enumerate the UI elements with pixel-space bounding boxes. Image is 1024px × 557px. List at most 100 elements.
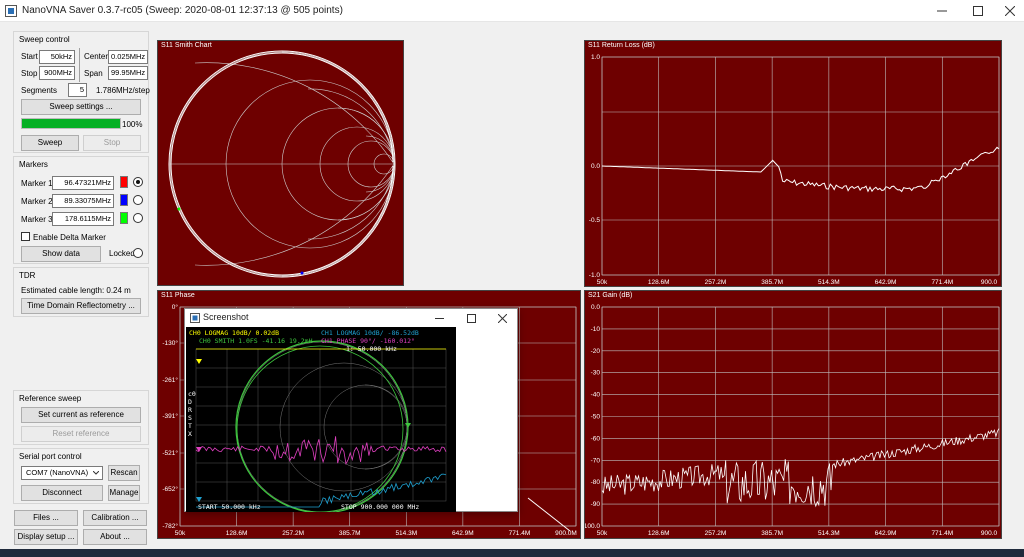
x-tick-label: 514.3M bbox=[818, 279, 840, 286]
window-titlebar: NanoVNA Saver 0.3.7-rc05 (Sweep: 2020-08… bbox=[0, 0, 1024, 22]
files-button[interactable]: Files ... bbox=[14, 510, 78, 526]
locked-radio[interactable] bbox=[133, 248, 143, 258]
x-tick-label: 514.3M bbox=[395, 530, 417, 537]
port-select[interactable]: COM7 (NanoVNA) bbox=[21, 466, 103, 480]
field-divider bbox=[79, 48, 80, 82]
lcd-canvas bbox=[195, 340, 447, 512]
marker-1-radio[interactable] bbox=[133, 177, 143, 187]
center-input[interactable]: 0.025MHz bbox=[108, 50, 148, 64]
lcd-side-menu: c0 D R S T X bbox=[188, 390, 196, 438]
x-tick-label: 771.4M bbox=[931, 279, 953, 286]
cable-length-text: Estimated cable length: 0.24 m bbox=[21, 286, 131, 295]
marker-3-frequency[interactable]: 178.6115MHz bbox=[52, 212, 114, 226]
x-tick-label: 385.7M bbox=[761, 279, 783, 286]
screenshot-window[interactable]: Screenshot CH0 LOGMAG 10dB/ 0.02dB CH1 L… bbox=[184, 308, 518, 512]
display-setup-button[interactable]: Display setup ... bbox=[14, 529, 78, 545]
close-icon bbox=[1004, 5, 1016, 17]
lcd-side-c0: c0 bbox=[188, 390, 196, 398]
close-icon[interactable] bbox=[498, 314, 507, 323]
close-button[interactable] bbox=[994, 0, 1024, 22]
smith-chart[interactable]: S11 Smith Chart bbox=[157, 40, 404, 286]
app-icon bbox=[5, 5, 17, 17]
x-tick-label: 385.7M bbox=[339, 530, 361, 537]
marker-2-color-swatch[interactable] bbox=[120, 194, 128, 206]
disconnect-button[interactable]: Disconnect bbox=[21, 485, 103, 501]
tdr-button[interactable]: Time Domain Reflectometry ... bbox=[21, 298, 141, 314]
stop-button[interactable]: Stop bbox=[83, 135, 141, 151]
minimize-button[interactable] bbox=[926, 0, 958, 22]
screenshot-window-titlebar[interactable]: Screenshot bbox=[185, 309, 517, 327]
x-tick-label: 642.9M bbox=[452, 530, 474, 537]
y-tick-label: -60 bbox=[591, 435, 601, 442]
lcd-marker-text: 1: 50.000 kHz bbox=[346, 345, 397, 353]
y-tick-label: -20 bbox=[591, 348, 601, 355]
lcd-marker-phase bbox=[196, 447, 202, 452]
window-title: NanoVNA Saver 0.3.7-rc05 (Sweep: 2020-08… bbox=[22, 5, 343, 16]
x-tick-label: 900.0 bbox=[981, 279, 998, 286]
y-tick-label: -391° bbox=[162, 412, 178, 420]
stop-input[interactable]: 900MHz bbox=[39, 66, 75, 80]
return-loss-chart[interactable]: S11 Return Loss (dB) 1.0 0.0 -0.5 -1.0 50k 1… bbox=[584, 40, 1002, 287]
sweep-progress-text: 100% bbox=[122, 120, 143, 129]
smith-chart-canvas bbox=[168, 50, 396, 278]
x-tick-label: 50k bbox=[175, 530, 186, 537]
sweep-control-group: Sweep control Start 50kHz Center 0.025MH… bbox=[13, 31, 150, 153]
start-input[interactable]: 50kHz bbox=[39, 50, 75, 64]
delta-marker-checkbox[interactable] bbox=[21, 232, 30, 241]
y-tick-label: -130° bbox=[162, 339, 178, 347]
lcd-ch1-text: CH1 LOGMAG 10dB/ -86.52dB bbox=[321, 329, 419, 337]
lcd-side-s: S bbox=[188, 414, 192, 422]
reference-sweep-title: Reference sweep bbox=[19, 394, 82, 403]
y-tick-label: -30 bbox=[591, 370, 601, 377]
lcd-marker-smith bbox=[405, 423, 411, 428]
y-tick-label: 1.0 bbox=[591, 54, 600, 61]
x-tick-label: 128.6M bbox=[648, 279, 670, 286]
show-data-button[interactable]: Show data bbox=[21, 246, 101, 262]
y-tick-label: -10 bbox=[591, 326, 601, 333]
span-input[interactable]: 99.95MHz bbox=[108, 66, 148, 80]
marker-3-radio[interactable] bbox=[133, 213, 143, 223]
taskbar bbox=[0, 549, 1024, 557]
x-tick-label: 385.7M bbox=[761, 530, 783, 537]
lcd-smith-text: CH0 SMITH 1.0FS -41.16 19.2mH bbox=[199, 337, 313, 345]
sweep-settings-button[interactable]: Sweep settings ... bbox=[21, 99, 141, 115]
marker-1-frequency[interactable]: 96.47321MHz bbox=[52, 176, 114, 190]
gain-canvas: 0.0 -10 -20 -30 -40 -50 -60 -70 -80 -90 -100.0 50k… bbox=[585, 304, 1000, 537]
set-reference-button[interactable]: Set current as reference bbox=[21, 407, 141, 423]
y-tick-label: -261° bbox=[162, 376, 178, 384]
y-tick-label: -1.0 bbox=[589, 272, 601, 279]
marker-2-frequency[interactable]: 89.33075MHz bbox=[52, 194, 114, 208]
manage-button[interactable]: Manage bbox=[108, 485, 140, 501]
reset-reference-button[interactable]: Reset reference bbox=[21, 426, 141, 442]
tdr-group: TDR Estimated cable length: 0.24 m Time … bbox=[13, 267, 149, 317]
span-label: Span bbox=[84, 69, 103, 78]
gain-chart[interactable]: S21 Gain (dB) 0.0 -10 -20 -30 -40 -50 -60 -70 -8… bbox=[584, 290, 1002, 539]
marker-1-label: Marker 1 bbox=[21, 179, 53, 188]
sweep-control-title: Sweep control bbox=[19, 35, 70, 44]
minimize-icon[interactable] bbox=[435, 314, 444, 323]
segments-input[interactable]: 5 bbox=[68, 83, 87, 97]
maximize-icon[interactable] bbox=[467, 314, 476, 323]
about-button[interactable]: About ... bbox=[83, 529, 147, 545]
markers-title: Markers bbox=[19, 160, 48, 169]
rescan-button[interactable]: Rescan bbox=[108, 465, 140, 481]
markers-group: Markers Marker 1 96.47321MHz Marker 2 89… bbox=[13, 156, 149, 264]
marker-2-radio[interactable] bbox=[133, 195, 143, 205]
marker-2-label: Marker 2 bbox=[21, 197, 53, 206]
sweep-button[interactable]: Sweep bbox=[21, 135, 79, 151]
lcd-phase-trace bbox=[195, 436, 447, 466]
serial-port-title: Serial port control bbox=[19, 452, 82, 461]
calibration-button[interactable]: Calibration ... bbox=[83, 510, 147, 526]
lcd-start-text: START 50.000 kHz bbox=[198, 503, 261, 511]
nanovna-lcd-screenshot: CH0 LOGMAG 10dB/ 0.02dB CH1 LOGMAG 10dB/… bbox=[186, 327, 456, 512]
maximize-icon bbox=[973, 6, 983, 16]
y-tick-label: -90 bbox=[591, 501, 601, 508]
y-tick-label: -782° bbox=[162, 522, 178, 530]
return-loss-canvas: 1.0 0.0 -0.5 -1.0 50k 128.6M 257.2M 385.7M 514.… bbox=[589, 54, 1000, 286]
y-tick-label: -0.5 bbox=[589, 217, 601, 224]
maximize-button[interactable] bbox=[962, 0, 994, 22]
lcd-side-r: R bbox=[188, 406, 192, 414]
marker-3-color-swatch[interactable] bbox=[120, 212, 128, 224]
x-tick-label: 50k bbox=[597, 279, 608, 286]
marker-1-color-swatch[interactable] bbox=[120, 176, 128, 188]
